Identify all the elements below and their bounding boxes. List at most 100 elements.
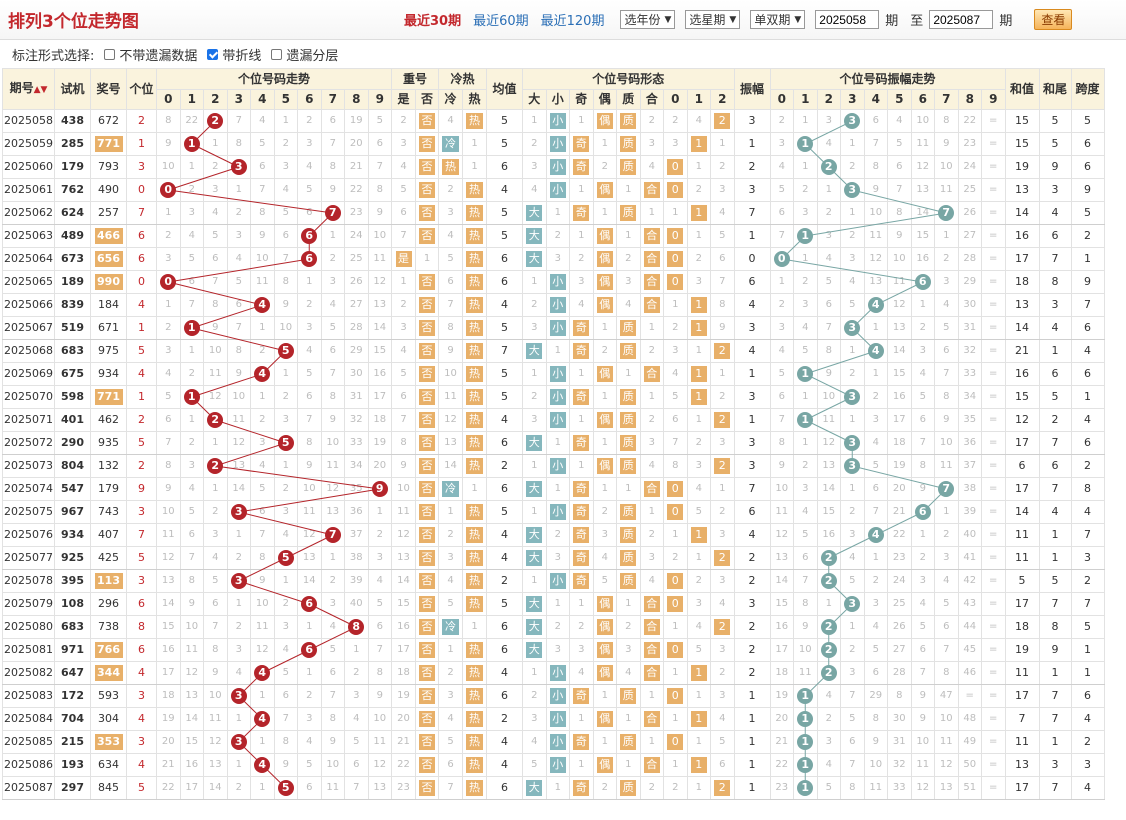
trend-hit-cell: 5 (273, 431, 298, 455)
sort-arrows-icon[interactable]: ▲▼ (34, 85, 48, 95)
amp-hit-cell: 3 (840, 592, 865, 616)
form-miss-cell: 3 (545, 546, 570, 570)
repeat-tag: 否 (419, 619, 435, 635)
span-cell: 4 (1070, 408, 1105, 432)
amp-miss-cell: 5 (793, 523, 818, 547)
form-miss-cell: 1 (569, 224, 594, 248)
form-tag: 大 (526, 251, 543, 267)
amp-miss-cell: 2 (840, 362, 865, 386)
checkbox-checked-icon[interactable] (207, 48, 219, 60)
checkbox-icon[interactable] (104, 48, 116, 60)
from-issue-input[interactable] (815, 10, 880, 29)
option-no-miss[interactable]: 不带遗漏数据 (104, 45, 197, 64)
amp-cell: 2 (733, 569, 771, 593)
sum-cell: 18 (1004, 615, 1040, 639)
trend-miss-cell: 14 (226, 477, 251, 501)
trend-miss-cell: 18 (367, 408, 392, 432)
amp-miss-cell: 42 (957, 569, 982, 593)
hotcold-miss-cell: 13 (438, 431, 463, 455)
form-tag: 2 (714, 458, 731, 474)
form-tag: 合 (643, 182, 660, 198)
trend-miss-cell: 3 (273, 615, 298, 639)
amp-cell: 2 (733, 638, 771, 662)
form-miss-cell: 2 (639, 523, 664, 547)
amp-miss-cell: = (981, 178, 1006, 202)
form-tag: 质 (620, 504, 637, 520)
weekday-select[interactable]: 选星期 ▼ (685, 10, 741, 29)
trend-hit-cell: 2 (203, 454, 228, 478)
form-tag: 偶 (596, 412, 613, 428)
form-tag: 1 (690, 757, 707, 773)
amp-miss-cell: 7 (887, 178, 912, 202)
position-digit-cell: 5 (126, 546, 157, 570)
form-miss-cell: 2 (569, 247, 594, 271)
form-cell: 质 (616, 523, 641, 547)
to-issue-input[interactable] (929, 10, 994, 29)
recent-30-link[interactable]: 最近30期 (404, 10, 461, 29)
form-miss-cell: 5 (522, 753, 547, 777)
amp-miss-cell: 2 (863, 569, 888, 593)
repeat-cell: 否 (415, 707, 439, 731)
repeat-cell: 否 (415, 753, 439, 777)
repeat-tag: 否 (419, 527, 435, 543)
parity-select[interactable]: 单双期 ▼ (750, 10, 806, 29)
span-cell: 4 (1070, 776, 1105, 800)
option-miss-layer[interactable]: 遗漏分层 (271, 45, 338, 64)
issue-cell: 2025066 (2, 293, 55, 317)
amp-miss-cell: 12 (863, 247, 888, 271)
digit-ball: 1 (183, 320, 200, 336)
form-tag: 偶 (596, 757, 613, 773)
recent-120-link[interactable]: 最近120期 (541, 10, 605, 29)
trend-miss-cell: 1 (273, 109, 298, 133)
repeat-miss-cell: 18 (391, 661, 416, 685)
trend-miss-cell: 1 (320, 224, 345, 248)
trend-miss-cell: 22 (344, 178, 369, 202)
form-miss-cell: 3 (710, 684, 735, 708)
trend-miss-cell: 1 (203, 132, 228, 156)
prize-cell: 771 (90, 132, 127, 156)
form-cell: 0 (663, 477, 688, 501)
issue-cell: 2025078 (2, 569, 55, 593)
amp-cell: 1 (733, 408, 771, 432)
prize-cell: 184 (90, 293, 127, 317)
hotcold-cell: 热 (462, 201, 487, 225)
position-digit-cell: 4 (126, 362, 157, 386)
amp-cell: 2 (733, 546, 771, 570)
amp-miss-cell: 3 (910, 339, 935, 363)
form-tag: 2 (714, 113, 731, 129)
option-with-line[interactable]: 带折线 (207, 45, 261, 64)
trend-miss-cell: 8 (250, 546, 275, 570)
prize-number: 425 (98, 551, 119, 564)
trend-miss-cell: 6 (250, 500, 275, 524)
trend-miss-cell: 5 (297, 178, 322, 202)
issue-cell: 2025070 (2, 385, 55, 409)
repeat-miss-cell: 7 (391, 408, 416, 432)
query-button[interactable]: 查看 (1034, 9, 1073, 30)
form-miss-cell: 1 (522, 270, 547, 294)
amp-cell: 6 (733, 500, 771, 524)
prize-cell: 934 (90, 362, 127, 386)
trend-hit-cell: 3 (226, 500, 251, 524)
year-select[interactable]: 选年份 ▼ (620, 10, 676, 29)
form-miss-cell: 2 (616, 247, 641, 271)
sumtail-cell: 1 (1038, 546, 1072, 570)
issue-header[interactable]: 期号▲▼ (2, 68, 55, 110)
trend-miss-cell: 14 (203, 776, 228, 800)
amp-ball: 3 (844, 182, 861, 198)
trend-miss-cell: 4 (179, 477, 204, 501)
form-tag: 大 (526, 481, 543, 497)
form-tag: 奇 (573, 688, 590, 704)
checkbox-icon[interactable] (271, 48, 283, 60)
trend-hit-cell: 3 (226, 684, 251, 708)
form-miss-cell: 2 (710, 500, 735, 524)
form-tag: 大 (526, 619, 543, 635)
test-cell: 285 (54, 132, 91, 156)
recent-60-link[interactable]: 最近60期 (473, 10, 529, 29)
form-tag: 大 (526, 205, 543, 221)
hotcold-cell: 热 (462, 753, 487, 777)
trend-miss-cell: 11 (250, 615, 275, 639)
form-tag: 奇 (573, 343, 590, 359)
span-cell: 3 (1070, 753, 1105, 777)
form-miss-cell: 1 (592, 132, 617, 156)
form-miss-cell: 4 (522, 730, 547, 754)
